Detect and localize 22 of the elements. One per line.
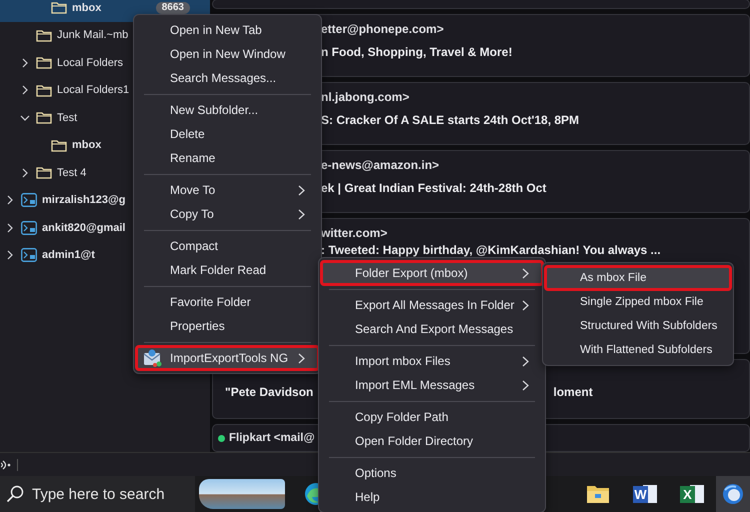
message-sender: etter@phonepe.com> [321,22,444,36]
folder-name: Local Folders1 [57,84,130,96]
message-subject: S: Cracker Of A SALE starts 24th Oct'18, 8PM [321,113,580,127]
message-sender: witter.com> [321,226,388,240]
folder-name: mirzalish123@g [42,194,126,206]
folder-name: Test [57,112,78,124]
folder-name: ankit820@gmail [42,222,126,234]
message-subject: "Pete Davidson [225,385,314,399]
message-subject: n Food, Shopping, Travel & More! [321,45,514,59]
message-subject: : Tweeted: Happy birthday, @KimKardashian! You always ... [321,243,662,257]
message-subject: loment [553,385,593,399]
folder-name: Junk Mail.~mb [57,29,128,42]
message-sender: Flipkart <mail@ [229,432,315,444]
folder-name: admin1@t [42,249,95,262]
folder-name: Test 4 [57,166,86,179]
message-sender: nl.jabong.com> [321,90,410,104]
message-sender: e-news@amazon.in> [321,158,440,172]
folder-name: Local Folders [57,56,124,69]
message-subject: ek | Great Indian Festival: 24th-28th Oct [321,181,548,195]
unread-count: 8663 [156,2,190,14]
folder-name: mbox [72,139,102,152]
folder-name: mbox [72,2,102,14]
